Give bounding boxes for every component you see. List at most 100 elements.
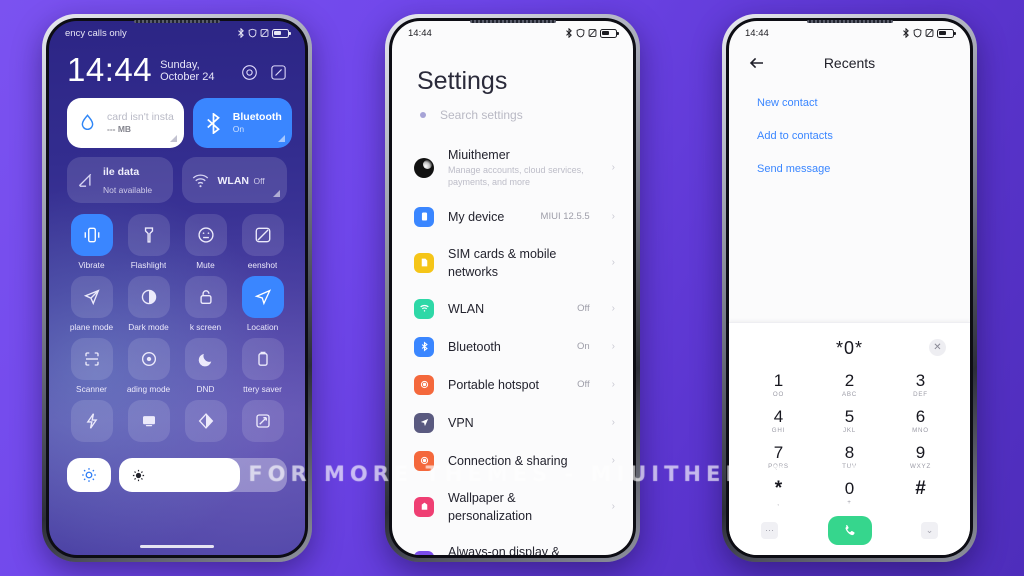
settings-row-portable-hotspot[interactable]: Portable hotspot Off › [392, 366, 633, 404]
tile-data-usage[interactable]: card isn't insta --- MB [67, 98, 184, 148]
qs-tile-lock-screen[interactable]: k screen [179, 276, 232, 332]
key-letters: JKL [842, 427, 857, 434]
settings-row-wallpaper[interactable]: Wallpaper & personalization › [392, 480, 633, 534]
edit-icon[interactable] [270, 64, 287, 81]
page-title: Recents [823, 55, 876, 71]
settings-row-wlan[interactable]: WLAN Off › [392, 290, 633, 328]
flashlight-icon [127, 214, 170, 256]
settings-row-value: Off [577, 379, 590, 391]
dialer-action-links: New contact Add to contacts Send message [729, 77, 970, 175]
qs-tile-dnd[interactable]: DND [179, 338, 232, 394]
dialpad-key-5[interactable]: 5 JKL [814, 403, 885, 439]
dialpad-key-3[interactable]: 3 DEF [885, 367, 956, 403]
settings-row-always-on-display[interactable]: Always-on display & Lock screen › [392, 534, 633, 555]
settings-row-label: Miuithemer [448, 148, 510, 162]
tile-expand-corner[interactable] [169, 135, 177, 142]
tile-wlan-title: WLAN [217, 175, 250, 187]
qs-tile-mute[interactable]: Mute [179, 214, 232, 270]
dialpad-key-8[interactable]: 8 TUV [814, 439, 885, 475]
settings-row-text: Bluetooth [448, 338, 563, 356]
key-letters: + [847, 499, 852, 506]
call-button[interactable] [827, 516, 872, 545]
brightness-auto-icon[interactable] [67, 458, 111, 492]
search-settings-bar[interactable]: Search settings [392, 108, 633, 138]
settings-row-connection-sharing[interactable]: Connection & sharing › [392, 442, 633, 480]
mobile-data-off-icon [76, 171, 95, 190]
dialpad-key-0[interactable]: 0 + [814, 475, 885, 511]
key-digit: # [915, 478, 926, 499]
account-avatar [414, 157, 434, 178]
brightness-icon [132, 469, 145, 481]
qs-tile-screenshot[interactable]: eenshot [236, 214, 289, 270]
qs-tile-bolt[interactable] [65, 400, 118, 446]
phone-icon [414, 206, 434, 227]
settings-row-label: VPN [448, 415, 474, 430]
qs-tile-airplane-mode[interactable]: plane mode [65, 276, 118, 332]
screenshot-stage: VISIT FOR MORE THEMES - MIUITHEMER.COM e… [0, 0, 1024, 576]
collapse-keypad-icon[interactable]: ⌄ [921, 522, 938, 539]
tile-bluetooth-title: Bluetooth [232, 111, 282, 124]
link-send-message[interactable]: Send message [757, 163, 942, 175]
qs-label: Scanner [76, 384, 107, 394]
settings-row-text: Always-on display & Lock screen [448, 543, 576, 555]
key-digit: 4 [773, 407, 784, 426]
qs-tile-battery-saver[interactable]: ttery saver [236, 338, 289, 394]
qs-tile-vibrate[interactable]: Vibrate [65, 214, 118, 270]
dialpad-key-2[interactable]: 2 ABC [814, 367, 885, 403]
dialpad-key-4[interactable]: 4 GHI [743, 403, 814, 439]
key-letters: GHI [771, 427, 786, 434]
settings-gear-icon[interactable] [241, 64, 258, 81]
settings-row-sim-cards[interactable]: SIM cards & mobile networks › [392, 236, 633, 290]
key-digit: 0 [844, 479, 855, 498]
settings-row-bluetooth[interactable]: Bluetooth On › [392, 328, 633, 366]
settings-row-vpn[interactable]: VPN › [392, 404, 633, 442]
battery-icon [937, 28, 956, 38]
dialpad-key-hash[interactable]: # [885, 475, 956, 511]
qs-tile-location[interactable]: Location [236, 276, 289, 332]
link-add-to-contacts[interactable]: Add to contacts [757, 130, 942, 142]
qs-tile-flashlight[interactable]: Flashlight [122, 214, 175, 270]
close-icon[interactable]: ✕ [929, 339, 946, 356]
chevron-right-icon: › [611, 211, 615, 223]
qs-tile-reading-mode[interactable]: ading mode [122, 338, 175, 394]
dialer-app: 14:44 Recents New contact Add to contact… [729, 21, 970, 555]
tile-bluetooth-text: Bluetooth On [233, 111, 282, 135]
phone2-screen: 14:44 Settings Search settings Miuitheme… [392, 21, 633, 555]
qs-tile-theme[interactable] [179, 400, 232, 446]
qs-tile-dark-mode[interactable]: Dark mode [122, 276, 175, 332]
chevron-right-icon: › [611, 162, 615, 174]
vpn-icon [414, 412, 434, 433]
more-options-icon[interactable]: ⋯ [761, 522, 778, 539]
sim-icon [414, 252, 434, 273]
bolt-icon [70, 400, 113, 442]
cast-icon [127, 400, 170, 442]
settings-row-label: SIM cards & mobile networks [448, 246, 557, 279]
tile-expand-corner[interactable] [277, 135, 285, 142]
settings-row-account[interactable]: Miuithemer Manage accounts, cloud servic… [392, 138, 633, 198]
tile-wlan[interactable]: WLAN Off [181, 157, 287, 203]
tile-mobile-data-text: ile data Not available [103, 162, 164, 198]
earpiece-speaker [134, 20, 220, 23]
settings-row-my-device[interactable]: My device MIUI 12.5.5 › [392, 198, 633, 236]
dialed-number[interactable]: *0* [836, 338, 863, 359]
settings-row-label: Portable hotspot [448, 377, 540, 392]
dialpad-key-star[interactable]: * , [743, 475, 814, 511]
navigation-pill[interactable] [140, 544, 214, 548]
brightness-slider[interactable] [119, 458, 287, 492]
key-digit: 7 [773, 443, 784, 462]
qs-label: k screen [189, 322, 222, 332]
dialpad-key-9[interactable]: 9 WXYZ [885, 439, 956, 475]
tile-expand-corner[interactable] [273, 190, 280, 197]
dialpad-key-1[interactable]: 1 OO [743, 367, 814, 403]
dialpad-key-6[interactable]: 6 MNO [885, 403, 956, 439]
dnd-icon [588, 29, 597, 37]
qs-tile-scanner[interactable]: Scanner [65, 338, 118, 394]
dialpad-key-7[interactable]: 7 PQRS [743, 439, 814, 475]
qs-tile-cast[interactable] [122, 400, 175, 446]
qs-tile-resize[interactable] [236, 400, 289, 446]
tile-bluetooth-sub: On [232, 124, 245, 135]
settings-row-text: Connection & sharing [448, 452, 576, 470]
tile-mobile-data[interactable]: ile data Not available [67, 157, 173, 203]
tile-bluetooth[interactable]: Bluetooth On [192, 98, 292, 148]
link-new-contact[interactable]: New contact [757, 97, 942, 109]
